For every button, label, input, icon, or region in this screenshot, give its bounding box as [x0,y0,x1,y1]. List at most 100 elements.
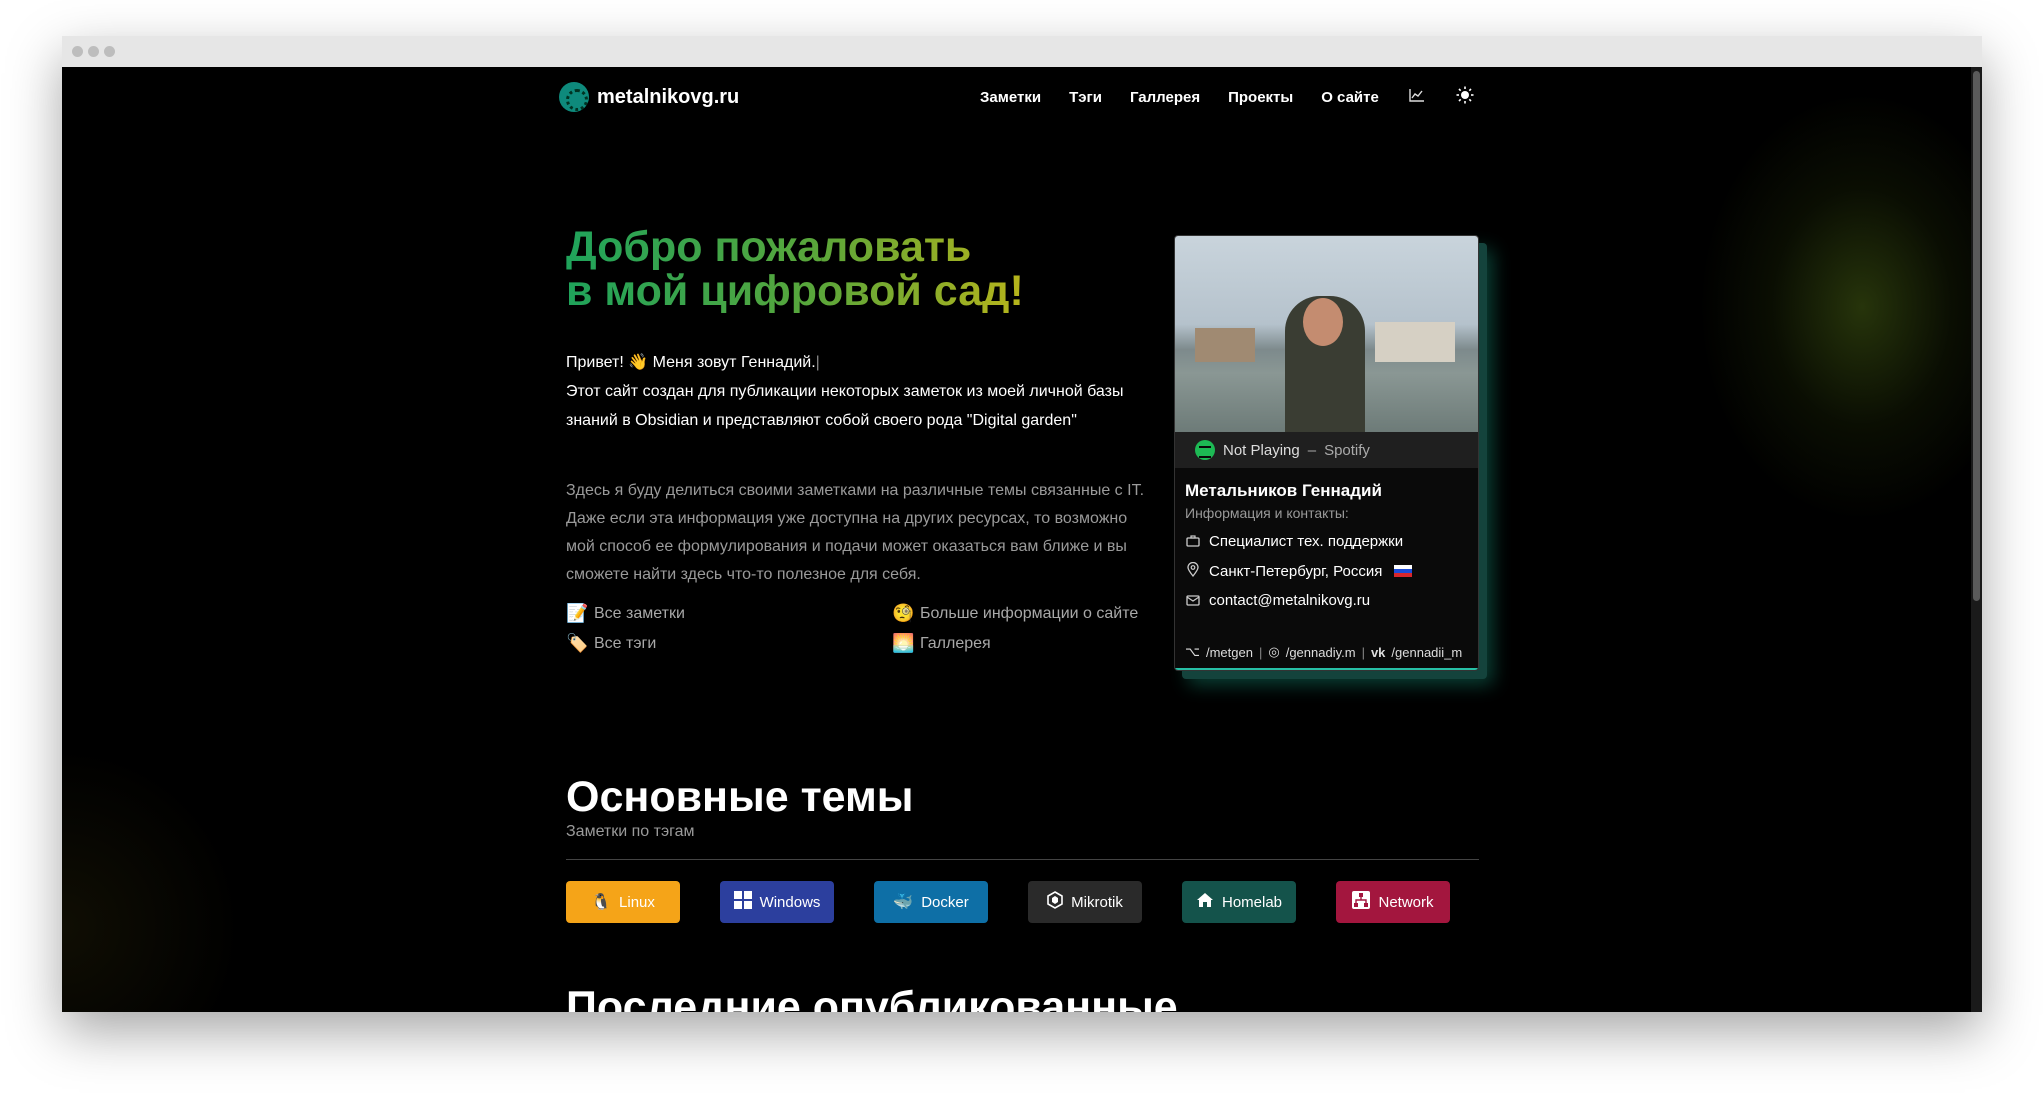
photo-building [1375,322,1455,362]
link-label: Все тэги [594,634,657,652]
nav-item-tags[interactable]: Тэги [1069,89,1102,106]
window-dot-icon[interactable] [104,46,115,57]
spotify-icon [1195,440,1215,460]
link-gallery[interactable]: 🌅 Галлерея [892,633,1166,654]
card-accent-bar [1175,668,1478,670]
tag-label: Windows [759,893,821,911]
tag-label: Mikrotik [1071,893,1123,911]
spotify-status-text: Not Playing [1223,441,1300,459]
spotify-status[interactable]: Not Playing – Spotify [1175,432,1478,468]
network-icon [1352,890,1371,914]
window-dot-icon[interactable] [88,46,99,57]
intro-text: Этот сайт создан для публикации некоторы… [566,383,1124,429]
hero-title-line1: Добро пожаловать [566,223,972,271]
card-body: Метальников Геннадий Информация и контак… [1185,481,1475,609]
spotify-separator: – [1307,441,1317,459]
vk-icon[interactable]: vk [1371,645,1385,660]
link-label: Все заметки [594,604,685,622]
briefcase-icon [1185,534,1201,550]
site-name: metalnikovg.ru [597,85,740,108]
browser-window: metalnikovg.ru Заметки Тэги Галлерея Про… [62,36,1982,1012]
separator: | [1361,644,1365,660]
tag-mikrotik-button[interactable]: Mikrotik [1028,881,1142,923]
greeting-after: Меня зовут Геннадий. [652,354,816,371]
tag-label: Linux [619,893,655,911]
monocle-face-icon: 🧐 [892,603,915,623]
tag-linux-button[interactable]: 🐧 Linux [566,881,680,923]
main-nav: Заметки Тэги Галлерея Проекты О сайте [980,86,1475,109]
photo-building [1195,328,1255,362]
social-handle-vk[interactable]: /gennadii_m [1391,645,1462,660]
greeting-before: Привет! [566,354,624,371]
profile-subtitle: Информация и контакты: [1185,505,1349,521]
quick-links: 📝 Все заметки 🧐 Больше информации о сайте … [566,603,1166,654]
topic-tags: 🐧 Linux Windows 🐳 Docker Mikrotik Homelab [566,881,1450,923]
map-pin-icon [1185,561,1201,580]
spotify-source: Spotify [1324,441,1370,459]
window-dot-icon[interactable] [72,46,83,57]
link-about-site[interactable]: 🧐 Больше информации о сайте [892,603,1166,624]
hero-title: Добро пожаловать в мой цифровой сад! [566,225,1024,313]
tag-label: Homelab [1221,893,1283,911]
tag-label: Docker [921,893,969,911]
logo-icon [559,82,589,112]
hero-description: Здесь я буду делиться своими заметками н… [566,482,1145,583]
latest-title: Последние опубликованные [566,983,1178,1012]
mikrotik-icon [1047,890,1063,914]
link-all-tags[interactable]: 🏷️ Все тэги [566,633,892,654]
photo-person-head [1303,298,1343,346]
tag-homelab-button[interactable]: Homelab [1182,881,1296,923]
scrollbar-thumb[interactable] [1973,71,1980,601]
job-text: Специалист тех. поддержки [1209,533,1404,550]
nav-item-gallery[interactable]: Галлерея [1130,89,1200,106]
site-logo-link[interactable]: metalnikovg.ru [559,82,739,112]
background-glow [1702,97,1982,517]
background-glow [62,747,242,1012]
profile-card: Not Playing – Spotify Метальников Геннад… [1174,235,1479,671]
profile-job: Специалист тех. поддержки [1185,533,1475,550]
typing-cursor: | [815,354,820,371]
profile-name: Метальников Геннадий [1185,481,1382,500]
separator: | [1258,644,1263,660]
mail-icon [1185,593,1201,609]
instagram-icon[interactable]: ◎ [1268,644,1279,660]
nav-item-projects[interactable]: Проекты [1228,89,1293,106]
russia-flag-icon [1394,565,1413,577]
topics-subtitle: Заметки по тэгам [566,823,695,840]
wave-icon: 👋 [628,354,649,371]
tag-network-button[interactable]: Network [1336,881,1450,923]
divider [566,859,1479,860]
penguin-icon: 🐧 [591,894,612,911]
nav-item-about[interactable]: О сайте [1321,89,1379,106]
chart-icon[interactable] [1407,88,1427,107]
topics-title: Основные темы [566,773,914,821]
page-scrollbar[interactable] [1971,67,1982,1012]
page-viewport: metalnikovg.ru Заметки Тэги Галлерея Про… [62,67,1982,1012]
window-titlebar [62,36,1982,67]
social-handle-github[interactable]: /metgen [1206,645,1253,660]
windows-icon [733,890,752,914]
link-label: Больше информации о сайте [920,604,1139,622]
link-label: Галлерея [920,634,991,652]
email-text[interactable]: contact@metalnikovg.ru [1209,592,1370,609]
hero-title-line2: в мой цифровой сад! [566,267,1024,315]
memo-icon: 📝 [566,603,589,623]
social-handle-instagram[interactable]: /gennadiy.m [1286,645,1356,660]
docker-icon: 🐳 [893,894,914,911]
social-links: ⌥ /metgen | ◎ /gennadiy.m | vk/gennadii_m [1185,644,1462,660]
tag-docker-button[interactable]: 🐳 Docker [874,881,988,923]
sunrise-icon: 🌅 [892,633,915,653]
tag-label: Network [1378,893,1434,911]
sun-icon[interactable] [1455,86,1475,109]
profile-location: Санкт-Петербург, Россия [1185,561,1475,580]
link-all-notes[interactable]: 📝 Все заметки [566,603,892,624]
tag-windows-button[interactable]: Windows [720,881,834,923]
profile-photo [1175,236,1478,432]
location-text: Санкт-Петербург, Россия [1209,562,1383,580]
hero-intro: Привет! 👋 Меня зовут Геннадий.| Этот сай… [566,348,1156,435]
home-icon [1196,892,1214,913]
nav-item-notes[interactable]: Заметки [980,89,1041,106]
label-tag-icon: 🏷️ [566,633,589,653]
github-icon[interactable]: ⌥ [1185,644,1200,660]
profile-email[interactable]: contact@metalnikovg.ru [1185,592,1475,609]
